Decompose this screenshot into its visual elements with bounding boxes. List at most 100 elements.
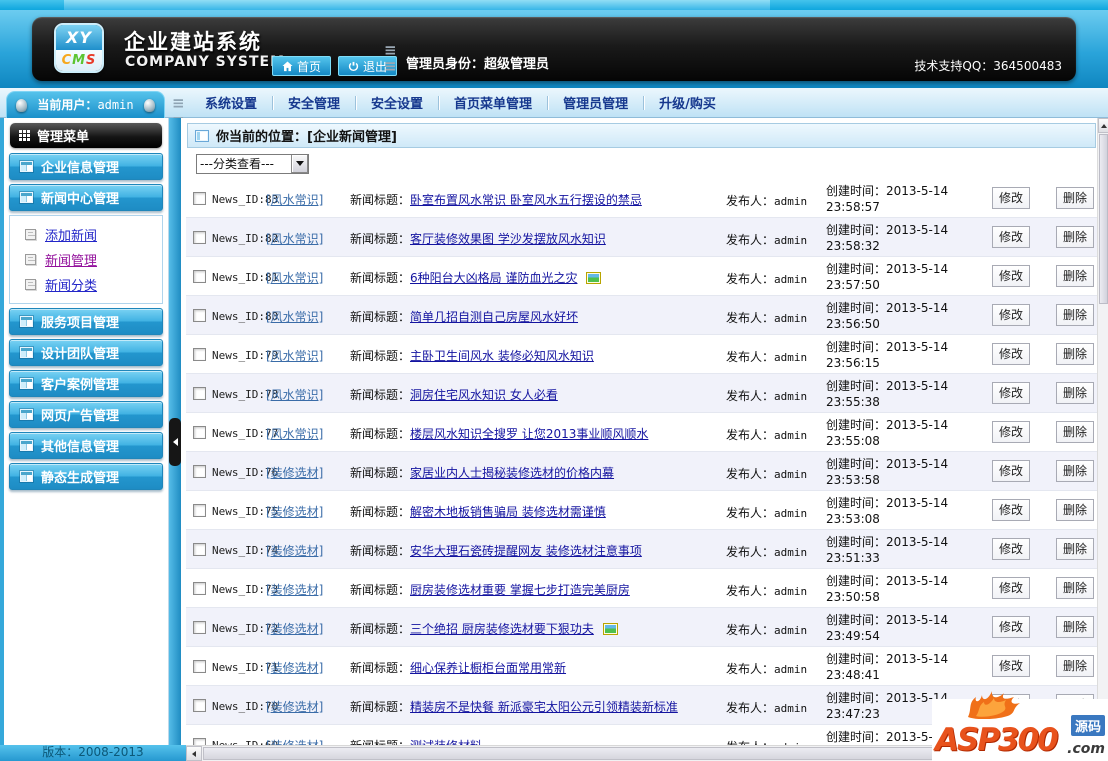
delete-button[interactable]: 删除 bbox=[1056, 655, 1094, 677]
sidebar-menu-button[interactable]: 设计团队管理 bbox=[9, 339, 163, 366]
row-checkbox[interactable] bbox=[193, 465, 206, 478]
category-link[interactable]: [风水常识] bbox=[266, 308, 323, 325]
edit-button[interactable]: 修改 bbox=[992, 226, 1030, 248]
row-checkbox[interactable] bbox=[193, 426, 206, 439]
news-title-link[interactable]: 主卧卫生间风水 装修必知风水知识 bbox=[410, 349, 594, 363]
delete-button[interactable]: 删除 bbox=[1056, 577, 1094, 599]
subnav-item[interactable]: 安全设置 bbox=[356, 93, 438, 112]
delete-button[interactable]: 删除 bbox=[1056, 187, 1094, 209]
sidebar-submenu-item[interactable]: 添加新闻 bbox=[10, 222, 162, 247]
news-title-link[interactable]: 客厅装修效果图 学沙发摆放风水知识 bbox=[410, 232, 606, 246]
delete-button[interactable]: 删除 bbox=[1056, 616, 1094, 638]
edit-button[interactable]: 修改 bbox=[992, 421, 1030, 443]
delete-button[interactable]: 删除 bbox=[1056, 265, 1094, 287]
sidebar-menu-button[interactable]: 新闻中心管理 bbox=[9, 184, 163, 211]
row-checkbox[interactable] bbox=[193, 543, 206, 556]
subnav-item[interactable]: 升级/购买 bbox=[644, 93, 731, 112]
category-link[interactable]: [装修选材] bbox=[266, 698, 323, 715]
delete-button[interactable]: 删除 bbox=[1056, 460, 1094, 482]
category-filter-select[interactable]: ---分类查看--- bbox=[196, 154, 309, 174]
news-title-link[interactable]: 家居业内人士揭秘装修选材的价格内幕 bbox=[410, 466, 614, 480]
row-checkbox[interactable] bbox=[193, 660, 206, 673]
edit-button[interactable]: 修改 bbox=[992, 499, 1030, 521]
row-checkbox[interactable] bbox=[193, 231, 206, 244]
row-checkbox[interactable] bbox=[193, 504, 206, 517]
row-checkbox[interactable] bbox=[193, 192, 206, 205]
sidebar-menu-button[interactable]: 企业信息管理 bbox=[9, 153, 163, 180]
sidebar-collapse-handle[interactable] bbox=[169, 418, 181, 466]
category-link[interactable]: [装修选材] bbox=[266, 620, 323, 637]
edit-button[interactable]: 修改 bbox=[992, 538, 1030, 560]
home-button[interactable]: 首页 bbox=[272, 56, 331, 76]
edit-button[interactable]: 修改 bbox=[992, 304, 1030, 326]
delete-button[interactable]: 删除 bbox=[1056, 538, 1094, 560]
edit-button[interactable]: 修改 bbox=[992, 655, 1030, 677]
row-checkbox[interactable] bbox=[193, 270, 206, 283]
sidebar-menu-button[interactable]: 其他信息管理 bbox=[9, 432, 163, 459]
news-title-link[interactable]: 精装房不是快餐 新派豪宅太阳公元引领精装新标准 bbox=[410, 700, 678, 714]
edit-button[interactable]: 修改 bbox=[992, 382, 1030, 404]
sidebar-submenu-item[interactable]: 新闻分类 bbox=[10, 272, 162, 297]
sidebar-menu-button[interactable]: 客户案例管理 bbox=[9, 370, 163, 397]
news-title-link[interactable]: 卧室布置风水常识 卧室风水五行摆设的禁忌 bbox=[410, 193, 642, 207]
row-checkbox[interactable] bbox=[193, 309, 206, 322]
subnav-item[interactable]: 系统设置 bbox=[190, 93, 272, 112]
subnav-item[interactable]: 首页菜单管理 bbox=[439, 93, 547, 112]
edit-button[interactable]: 修改 bbox=[992, 616, 1030, 638]
news-title-link[interactable]: 细心保养让橱柜台面常用常新 bbox=[410, 661, 566, 675]
news-title-link[interactable]: 楼层风水知识全搜罗 让您2013事业顺风顺水 bbox=[410, 427, 648, 441]
select-arrow-button[interactable] bbox=[291, 155, 308, 173]
news-title-link[interactable]: 厨房装修选材重要 掌握七步打造完美厨房 bbox=[410, 583, 630, 597]
category-link[interactable]: [风水常识] bbox=[266, 191, 323, 208]
sidebar-submenu-item[interactable]: 新闻管理 bbox=[10, 247, 162, 272]
sidebar-menu-button-label: 其他信息管理 bbox=[41, 436, 119, 455]
pin-icon bbox=[16, 99, 27, 112]
sidebar-menu-button[interactable]: 网页广告管理 bbox=[9, 401, 163, 428]
category-link[interactable]: [风水常识] bbox=[266, 269, 323, 286]
category-link[interactable]: [风水常识] bbox=[266, 386, 323, 403]
edit-button[interactable]: 修改 bbox=[992, 187, 1030, 209]
news-title-link[interactable]: 6种阳台大凶格局 谨防血光之灾 bbox=[410, 271, 577, 285]
row-checkbox[interactable] bbox=[193, 738, 206, 745]
scroll-up-button[interactable] bbox=[1098, 118, 1108, 133]
category-link[interactable]: [装修选材] bbox=[266, 581, 323, 598]
delete-button[interactable]: 删除 bbox=[1056, 499, 1094, 521]
category-link[interactable]: [装修选材] bbox=[266, 542, 323, 559]
sidebar-menu-button[interactable]: 服务项目管理 bbox=[9, 308, 163, 335]
category-link[interactable]: [装修选材] bbox=[266, 503, 323, 520]
publisher-value: admin bbox=[774, 468, 807, 481]
row-checkbox[interactable] bbox=[193, 387, 206, 400]
edit-button[interactable]: 修改 bbox=[992, 265, 1030, 287]
category-link[interactable]: [装修选材] bbox=[266, 737, 323, 745]
attachment-image-icon bbox=[603, 623, 618, 635]
edit-button[interactable]: 修改 bbox=[992, 460, 1030, 482]
news-title-link[interactable]: 三个绝招 厨房装修选材要下狠功夫 bbox=[410, 622, 594, 636]
vertical-scroll-thumb[interactable] bbox=[1099, 134, 1108, 304]
subnav-item[interactable]: 管理员管理 bbox=[548, 93, 643, 112]
delete-button[interactable]: 删除 bbox=[1056, 421, 1094, 443]
scroll-left-button[interactable] bbox=[186, 746, 202, 761]
subnav-item[interactable]: 安全管理 bbox=[273, 93, 355, 112]
row-checkbox[interactable] bbox=[193, 582, 206, 595]
delete-button[interactable]: 删除 bbox=[1056, 304, 1094, 326]
edit-button[interactable]: 修改 bbox=[992, 577, 1030, 599]
news-title-link[interactable]: 洞房住宅风水知识 女人必看 bbox=[410, 388, 558, 402]
row-checkbox[interactable] bbox=[193, 348, 206, 361]
delete-button[interactable]: 删除 bbox=[1056, 382, 1094, 404]
delete-button[interactable]: 删除 bbox=[1056, 343, 1094, 365]
category-link[interactable]: [装修选材] bbox=[266, 659, 323, 676]
category-link[interactable]: [装修选材] bbox=[266, 464, 323, 481]
edit-button[interactable]: 修改 bbox=[992, 343, 1030, 365]
horizontal-scroll-thumb[interactable] bbox=[203, 747, 1049, 760]
row-checkbox[interactable] bbox=[193, 699, 206, 712]
vertical-scrollbar[interactable] bbox=[1097, 118, 1108, 745]
news-title-link[interactable]: 简单几招自测自己房屋风水好坏 bbox=[410, 310, 578, 324]
delete-button[interactable]: 删除 bbox=[1056, 226, 1094, 248]
category-link[interactable]: [风水常识] bbox=[266, 230, 323, 247]
row-checkbox[interactable] bbox=[193, 621, 206, 634]
news-title-link[interactable]: 安华大理石瓷砖提醒网友 装修选材注意事项 bbox=[410, 544, 642, 558]
news-title-link[interactable]: 解密木地板销售骗局 装修选材需谨慎 bbox=[410, 505, 606, 519]
category-link[interactable]: [风水常识] bbox=[266, 425, 323, 442]
category-link[interactable]: [风水常识] bbox=[266, 347, 323, 364]
sidebar-menu-button[interactable]: 静态生成管理 bbox=[9, 463, 163, 490]
